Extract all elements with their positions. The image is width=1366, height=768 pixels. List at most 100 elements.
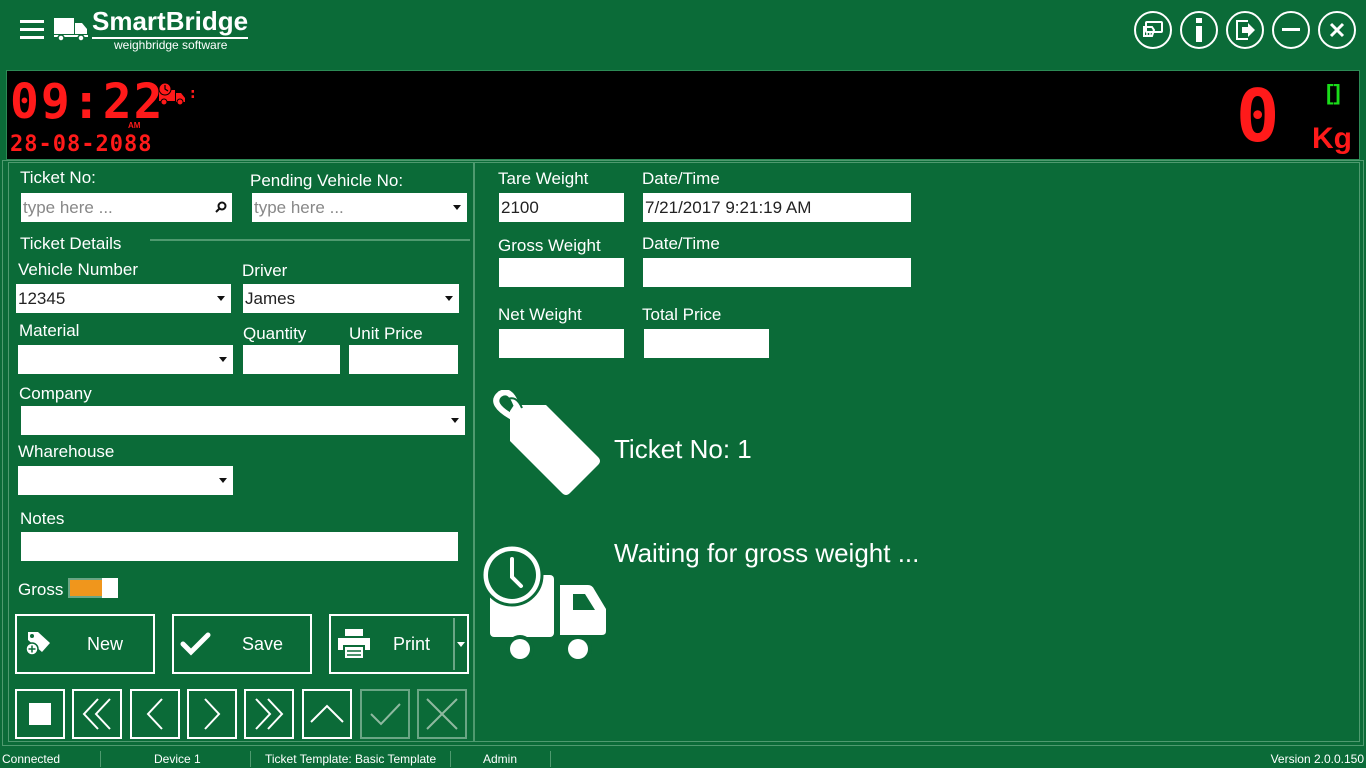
x-icon xyxy=(426,698,458,730)
chevron-down-icon xyxy=(219,478,227,483)
card-payment-button[interactable] xyxy=(1134,11,1172,49)
app-version: Version 2.0.0.150 xyxy=(1270,752,1364,766)
ticket-search-input[interactable]: type here ... xyxy=(21,193,232,222)
tare-datetime-label: Date/Time xyxy=(642,169,720,188)
truck-clock-icon xyxy=(158,82,185,106)
close-button[interactable] xyxy=(1318,11,1356,49)
truck-logo-icon xyxy=(54,18,88,42)
status-separator xyxy=(100,751,101,767)
notes-input[interactable] xyxy=(21,532,458,561)
info-icon xyxy=(1196,18,1202,42)
unit-price-input[interactable] xyxy=(349,345,458,374)
logout-icon xyxy=(1236,20,1255,40)
print-split-divider xyxy=(453,618,455,670)
save-button-label: Save xyxy=(242,633,284,654)
hamburger-line xyxy=(20,28,44,31)
double-chevron-left-icon xyxy=(82,698,111,730)
ticket-number-display: Ticket No: 1 xyxy=(614,434,752,464)
unit-price-label: Unit Price xyxy=(349,324,423,343)
card-payment-icon xyxy=(1143,21,1163,37)
driver-value: James xyxy=(245,289,296,308)
gross-toggle[interactable] xyxy=(68,578,118,598)
weighing-status-message: Waiting for gross weight ... xyxy=(614,538,920,568)
check-icon xyxy=(370,703,401,726)
print-button[interactable]: Print xyxy=(329,614,469,674)
new-button[interactable]: New xyxy=(15,614,155,674)
total-price-input[interactable] xyxy=(644,329,769,358)
tare-datetime-input[interactable]: 7/21/2017 9:21:19 AM xyxy=(643,193,911,222)
previous-record-button[interactable] xyxy=(130,689,180,739)
last-record-button[interactable] xyxy=(244,689,294,739)
print-button-label: Print xyxy=(393,633,431,654)
pending-vehicle-dropdown[interactable]: type here ... xyxy=(252,193,467,222)
gross-datetime-input[interactable] xyxy=(643,258,911,287)
vehicle-number-label: Vehicle Number xyxy=(18,260,139,279)
ticket-tag-icon xyxy=(493,390,600,495)
status-separator xyxy=(450,751,451,767)
weight-unit: Kg xyxy=(1312,122,1352,155)
driver-label: Driver xyxy=(242,261,288,280)
chevron-right-icon xyxy=(204,698,221,730)
connection-status: Connected xyxy=(2,752,61,766)
material-dropdown[interactable] xyxy=(18,345,233,374)
company-label: Company xyxy=(19,384,92,403)
status-separator xyxy=(550,751,551,767)
menu-button[interactable] xyxy=(20,20,44,40)
next-record-button[interactable] xyxy=(187,689,237,739)
waiting-truck-icon xyxy=(480,545,606,663)
ticket-details-heading: Ticket Details xyxy=(20,234,122,253)
minimize-button[interactable] xyxy=(1272,11,1310,49)
stop-button[interactable] xyxy=(15,689,65,739)
new-tag-icon xyxy=(25,632,50,656)
company-dropdown[interactable] xyxy=(21,406,465,435)
double-chevron-right-icon xyxy=(255,698,284,730)
pending-vehicle-placeholder: type here ... xyxy=(254,198,344,217)
stable-indicator: [] xyxy=(1326,80,1341,105)
weight-readout: 0 xyxy=(1236,74,1280,158)
driver-dropdown[interactable]: James xyxy=(243,284,459,313)
gross-weight-label: Gross Weight xyxy=(498,236,601,255)
ticket-search-placeholder: type here ... xyxy=(23,198,113,217)
ticket-no-label: Ticket No: xyxy=(20,168,96,187)
info-button[interactable] xyxy=(1180,11,1218,49)
total-price-label: Total Price xyxy=(642,305,722,324)
clock-date: 28-08-2088 xyxy=(10,132,153,157)
up-button[interactable] xyxy=(302,689,352,739)
chevron-left-icon xyxy=(146,698,163,730)
status-bar: Connected Device 1 Ticket Template: Basi… xyxy=(0,750,1366,768)
status-separator xyxy=(250,751,251,767)
led-separator: : xyxy=(190,86,196,102)
chevron-down-icon xyxy=(217,296,225,301)
search-icon[interactable] xyxy=(215,201,227,213)
checkmark-icon xyxy=(180,632,211,656)
vehicle-number-dropdown[interactable]: 12345 xyxy=(16,284,231,313)
confirm-button[interactable] xyxy=(360,689,410,739)
clock-time: 09:22 xyxy=(10,74,165,130)
gross-datetime-label: Date/Time xyxy=(642,234,720,253)
first-record-button[interactable] xyxy=(72,689,122,739)
logout-button[interactable] xyxy=(1226,11,1264,49)
chevron-down-icon xyxy=(453,205,461,210)
minimize-icon xyxy=(1282,28,1300,31)
print-options-dropdown-icon[interactable] xyxy=(457,642,465,647)
material-label: Material xyxy=(19,321,80,340)
quantity-input[interactable] xyxy=(243,345,340,374)
tare-weight-label: Tare Weight xyxy=(498,169,589,188)
device-status: Device 1 xyxy=(154,752,201,766)
cancel-button[interactable] xyxy=(417,689,467,739)
warehouse-dropdown[interactable] xyxy=(18,466,233,495)
tare-datetime-value: 7/21/2017 9:21:19 AM xyxy=(645,198,812,217)
gross-toggle-label: Gross xyxy=(18,580,64,599)
pending-vehicle-label: Pending Vehicle No: xyxy=(250,171,404,190)
tare-weight-input[interactable]: 2100 xyxy=(499,193,624,222)
net-weight-input[interactable] xyxy=(499,329,624,358)
chevron-up-icon xyxy=(310,704,344,723)
led-display xyxy=(6,70,1360,160)
save-button[interactable]: Save xyxy=(172,614,312,674)
new-button-label: New xyxy=(87,633,124,654)
hamburger-icon xyxy=(20,20,44,23)
current-user: Admin xyxy=(483,752,518,766)
square-icon xyxy=(29,703,51,725)
gross-weight-input[interactable] xyxy=(499,258,624,287)
chevron-down-icon xyxy=(445,296,453,301)
